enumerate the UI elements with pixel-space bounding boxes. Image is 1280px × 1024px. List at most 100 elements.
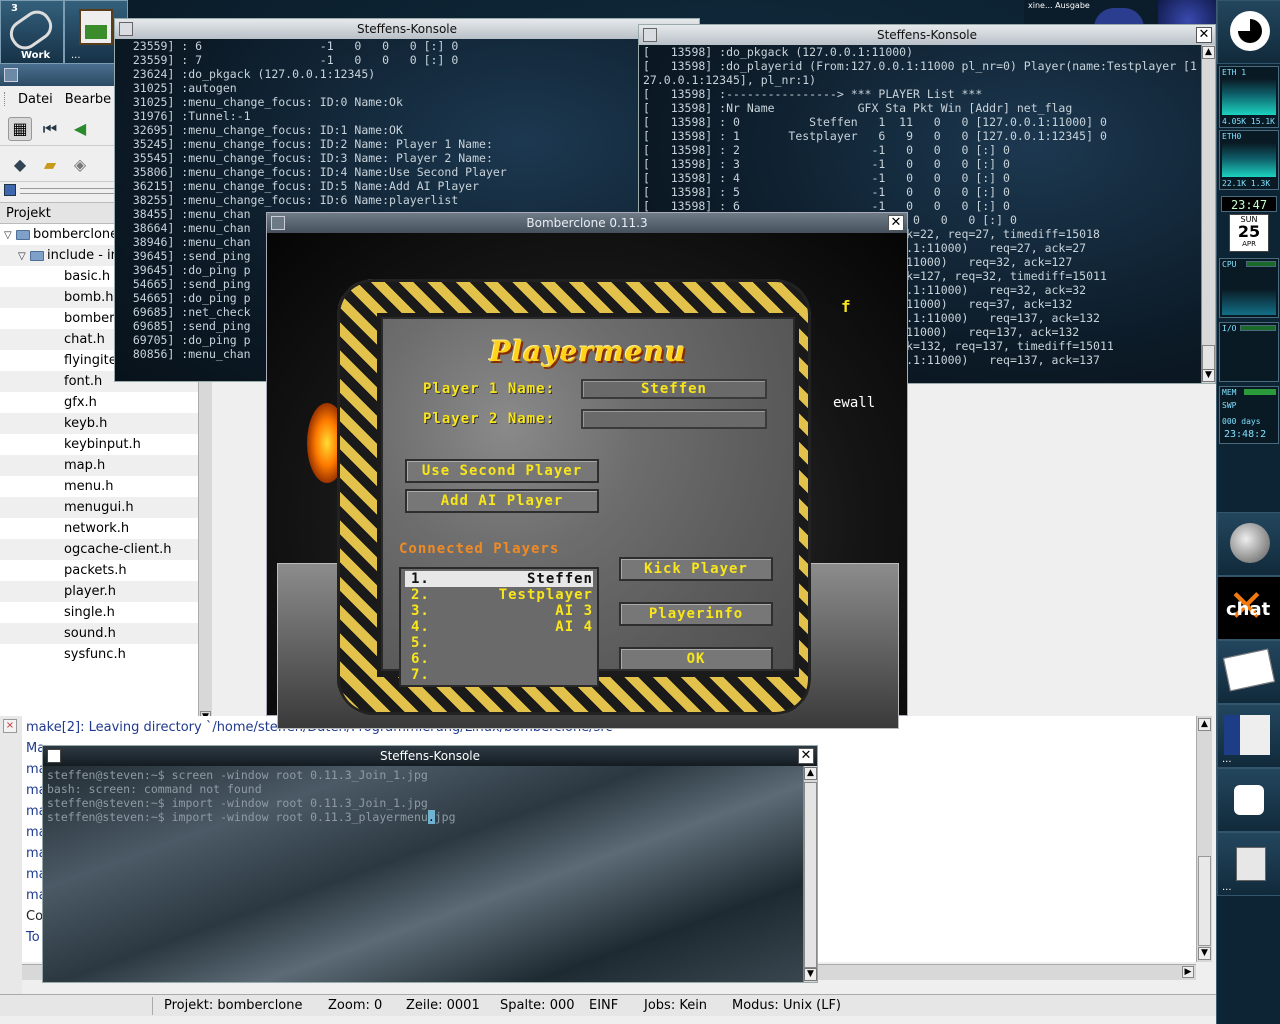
player2-name-field[interactable] <box>581 409 767 429</box>
dock-notebook-tile[interactable]: ... <box>1217 832 1280 896</box>
gimp-icon <box>1230 523 1270 563</box>
workspace-number: 3 <box>11 3 18 14</box>
menu-bearbeiten[interactable]: Bearbe <box>65 92 111 107</box>
use-second-player-button[interactable]: Use Second Player <box>405 459 599 483</box>
tree-file[interactable]: gfx.h <box>0 392 198 413</box>
terminal-line: [ 13598] : 0 Steffen 1 11 0 0 [127.0.0.1… <box>643 115 1107 129</box>
save-icon[interactable]: ◈ <box>68 153 92 177</box>
window-menu-icon[interactable] <box>119 22 133 36</box>
player-list-item[interactable]: 7. <box>405 667 593 683</box>
close-icon[interactable]: ✕ <box>888 215 904 231</box>
dock-binary-tile[interactable]: ... <box>1217 704 1280 768</box>
back-first-icon[interactable]: ⏮ <box>38 117 62 141</box>
tree-item-label: gfx.h <box>64 395 97 410</box>
window-menu-icon[interactable] <box>4 68 18 82</box>
add-ai-player-button[interactable]: Add AI Player <box>405 489 599 513</box>
app-icon[interactable] <box>1158 0 1218 26</box>
tree-file[interactable]: menu.h <box>0 476 198 497</box>
bomberclone-title: Bomberclone 0.11.3 <box>526 216 648 230</box>
terminal-line: [ 13598] :do_pkgack (127.0.0.1:11000) <box>643 45 914 59</box>
tree-file[interactable]: map.h <box>0 455 198 476</box>
game-background: f ewall Playermenu Player 1 Name: Steffe… <box>267 233 907 729</box>
tree-file[interactable]: single.h <box>0 602 198 623</box>
player-menu-frame: Playermenu Player 1 Name: Steffen Player… <box>337 279 811 715</box>
tree-file[interactable]: network.h <box>0 518 198 539</box>
xine-label: xine... Ausgabe <box>1028 1 1090 10</box>
tree-item-label: bomb.h <box>64 290 114 305</box>
status-zoom: Zoom: 0 <box>328 998 383 1013</box>
player-list-item[interactable]: 3. AI 3 <box>405 603 593 619</box>
tree-file[interactable]: ogcache-client.h <box>0 539 198 560</box>
konsole-3-titlebar[interactable]: Steffens-Konsole ✕ <box>43 746 817 766</box>
connected-players-list[interactable]: 1. Steffen 2. Testplayer 3. AI 3 4. AI 4 5. 6. 7. <box>399 567 599 687</box>
player-list-item[interactable]: 6. <box>405 651 593 667</box>
konsole-3-title: Steffens-Konsole <box>379 749 481 763</box>
messages-vertical-scrollbar[interactable]: ▲ ▼ <box>1196 716 1212 962</box>
new-file-icon[interactable]: ◆ <box>8 153 32 177</box>
konsole-3-output[interactable]: steffen@steven:~$ screen -window root 0.… <box>43 766 803 982</box>
terminal-line: 23624] :do_pkgack (127.0.0.1:12345) <box>119 67 376 81</box>
bomberclone-window[interactable]: Bomberclone 0.11.3 ✕ f ewall Playermenu … <box>266 212 908 729</box>
window-menu-icon[interactable] <box>271 216 285 230</box>
dock-mail-tile[interactable] <box>1217 640 1280 704</box>
window-menu-icon[interactable] <box>643 28 657 42</box>
konsole-window-3[interactable]: Steffens-Konsole ✕ steffen@steven:~$ scr… <box>42 745 818 983</box>
open-folder-icon[interactable]: ▰ <box>38 153 62 177</box>
dock-gnu-tile[interactable] <box>1217 768 1280 832</box>
konsole-2-scrollbar[interactable]: ▲ ▼ <box>1201 45 1215 383</box>
folder-icon <box>30 250 44 261</box>
eth1-monitor: ETH 1 4.05K 15.1K <box>1219 66 1279 128</box>
ok-button[interactable]: OK <box>619 647 773 671</box>
tree-item-label: include - in <box>47 248 119 263</box>
tree-file[interactable]: menugui.h <box>0 497 198 518</box>
bomberclone-titlebar[interactable]: Bomberclone 0.11.3 ✕ <box>267 213 907 233</box>
cpu-label: CPU <box>1222 260 1237 269</box>
binary-icon <box>1224 715 1240 755</box>
folder-icon <box>16 229 30 240</box>
tree-item-label: keybinput.h <box>64 437 141 452</box>
konsole-1-titlebar[interactable]: Steffens-Konsole <box>115 19 699 39</box>
tree-item-label: bomber <box>64 311 115 326</box>
tree-file[interactable]: sound.h <box>0 623 198 644</box>
player-slot-number: 4. <box>411 619 430 635</box>
player-list-item[interactable]: 2. Testplayer <box>405 587 593 603</box>
player-list-item[interactable]: 4. AI 4 <box>405 619 593 635</box>
konsole-3-scrollbar[interactable]: ▲ ▼ <box>803 766 817 982</box>
dock-logo-tile[interactable] <box>1217 0 1280 64</box>
close-icon[interactable]: ✕ <box>798 748 814 764</box>
top-right-apps: xine... Ausgabe <box>1024 0 1218 28</box>
dock-xchat-tile[interactable]: ✕ chat <box>1217 576 1280 640</box>
player-list-item[interactable]: 5. <box>405 635 593 651</box>
status-column: Spalte: 000 <box>500 998 575 1013</box>
tree-file[interactable]: packets.h <box>0 560 198 581</box>
player-slot-number: 6. <box>411 651 430 667</box>
back-arrow-icon[interactable]: ◀ <box>68 117 92 141</box>
kick-player-button[interactable]: Kick Player <box>619 557 773 581</box>
panel-toggle-icon[interactable] <box>4 184 16 196</box>
close-messages-icon[interactable]: × <box>3 719 17 733</box>
playerinfo-button[interactable]: Playerinfo <box>619 602 773 626</box>
expand-arrow-icon[interactable]: ▽ <box>18 246 30 267</box>
panel-grip[interactable] <box>20 188 116 194</box>
player-menu-title: Playermenu <box>489 335 687 368</box>
options-icon[interactable]: ▦ <box>8 116 32 141</box>
tree-file[interactable]: keyb.h <box>0 413 198 434</box>
window-menu-icon[interactable] <box>47 749 61 763</box>
close-icon[interactable]: ✕ <box>1196 27 1212 43</box>
expand-arrow-icon[interactable]: ▽ <box>4 225 16 246</box>
tree-file[interactable]: keybinput.h <box>0 434 198 455</box>
background-text-f: f <box>841 297 851 316</box>
player1-name-field[interactable]: Steffen <box>581 379 767 399</box>
menu-datei[interactable]: Datei <box>18 92 53 107</box>
konsole-2-titlebar[interactable]: Steffens-Konsole ✕ <box>639 25 1215 45</box>
calendar-month: APR <box>1242 240 1256 248</box>
terminal-line: steffen@steven:~$ screen -window root 0.… <box>47 768 428 782</box>
workspace-tile[interactable]: 3 Work <box>0 0 64 64</box>
player-list-item[interactable]: 1. Steffen <box>405 571 593 587</box>
menubar: Datei Bearbe <box>0 88 120 110</box>
dock-gimp-tile[interactable] <box>1217 512 1280 576</box>
tree-file[interactable]: sysfunc.h <box>0 644 198 665</box>
terminal-line: [ 13598] : 5 -1 0 0 0 [:] 0 <box>643 185 1010 199</box>
tree-file[interactable]: player.h <box>0 581 198 602</box>
tree-item-label: keyb.h <box>64 416 108 431</box>
